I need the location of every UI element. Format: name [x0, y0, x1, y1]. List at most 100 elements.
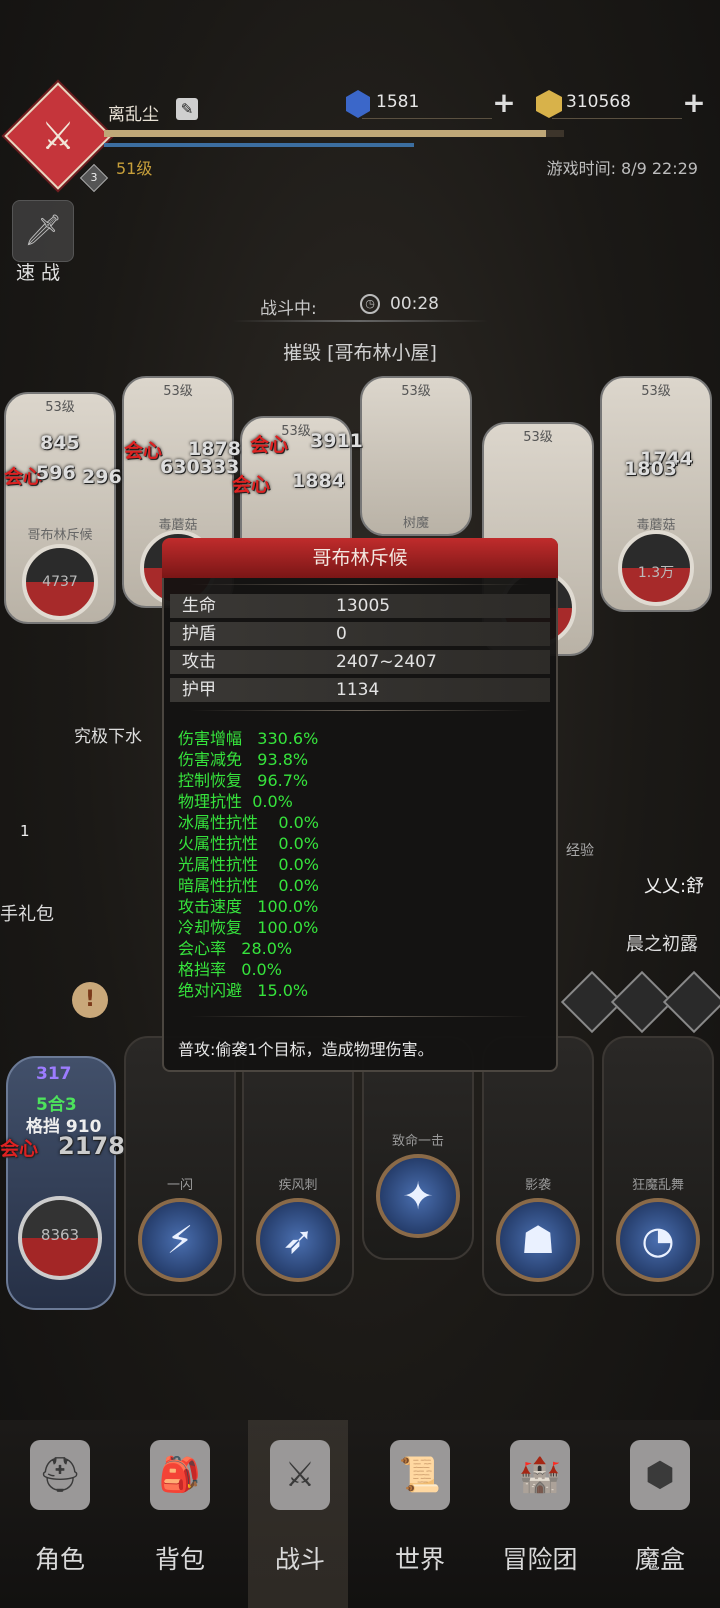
attribute-row: 冰属性抗性 0.0% — [178, 813, 320, 832]
damage-number: 630333 — [160, 456, 240, 478]
nav-role[interactable]: ⛑ 角色 — [0, 1440, 120, 1576]
quick-battle-button[interactable]: 速 战 — [16, 258, 60, 285]
enemy-card[interactable]: 53级 毒蘑菇 1.3万 — [600, 376, 712, 612]
game-time: 游戏时间: 8/9 22:29 — [546, 159, 698, 178]
attack-description: 普攻:偷袭1个目标，造成物理伤害。 — [178, 1040, 434, 1059]
stat-label: 护甲 — [182, 680, 216, 700]
skill-card[interactable]: 影袭 ☗ — [482, 1036, 594, 1296]
shadow-raid-icon: ☗ — [496, 1198, 580, 1282]
gem-amount: 1581 — [376, 92, 420, 112]
nav-world[interactable]: 📜 世界 — [360, 1440, 480, 1576]
helmet-icon: ⛑ — [30, 1440, 90, 1510]
skill-name: 一闪 — [166, 1178, 193, 1193]
divider — [232, 320, 488, 322]
attribute-row: 冷却恢复 100.0% — [178, 918, 319, 937]
exp-bar-fill — [104, 130, 546, 137]
chat-message: 乂乂:舒 — [644, 876, 705, 897]
nav-label: 冒险团 — [502, 1545, 578, 1574]
stat-label: 生命 — [182, 596, 216, 616]
chat-message: 晨之初露 — [626, 934, 698, 955]
enemy-card[interactable]: 53级 树魔 — [360, 376, 472, 536]
damage-number: 3911 — [310, 430, 363, 452]
stat-value: 1134 — [336, 680, 380, 700]
crit-label: 会心 — [124, 440, 163, 462]
skill-name: 致命一击 — [391, 1134, 444, 1149]
scroll-map-icon: 📜 — [390, 1440, 450, 1510]
skill-card[interactable]: 狂魔乱舞 ◔ — [602, 1036, 714, 1296]
gold-amount: 310568 — [566, 92, 631, 112]
gift-pack-label[interactable]: 手礼包 — [0, 900, 54, 926]
divider — [190, 584, 530, 585]
stat-value: 2407~2407 — [336, 652, 437, 672]
stat-row: 护甲 1134 — [170, 678, 550, 702]
nav-label: 背包 — [154, 1545, 205, 1574]
attribute-row: 光属性抗性 0.0% — [178, 855, 320, 874]
alert-icon[interactable]: ! — [72, 982, 108, 1018]
stage-number: 1 — [20, 822, 30, 840]
stat-row: 攻击 2407~2407 — [170, 650, 550, 674]
player-level: 51级 — [116, 159, 153, 178]
enemy-name: 树魔 — [402, 516, 429, 531]
nav-guild[interactable]: 🏰 冒险团 — [480, 1440, 600, 1576]
map-label: 究极下水 — [74, 727, 142, 747]
skill-name: 影袭 — [524, 1178, 551, 1193]
clock-icon: ◷ — [360, 294, 380, 314]
attribute-row: 绝对闪避 15.0% — [178, 981, 309, 1000]
damage-number: 1884 — [292, 470, 345, 492]
attribute-row: 暗属性抗性 0.0% — [178, 876, 320, 895]
damage-number: 845 — [40, 432, 80, 454]
nav-battle[interactable]: ⚔ 战斗 — [240, 1440, 360, 1576]
wind-stab-icon: ➶ — [256, 1198, 340, 1282]
add-gems-button[interactable]: + — [492, 89, 516, 117]
crit-damage-number: 2178 — [58, 1132, 125, 1160]
stat-label: 攻击 — [182, 652, 216, 672]
add-gold-button[interactable]: + — [682, 89, 706, 117]
damage-number: 296 — [82, 466, 122, 488]
nav-backpack[interactable]: 🎒 背包 — [120, 1440, 240, 1576]
skill-card[interactable]: 疾风刺 ➶ — [242, 1036, 354, 1296]
attribute-row: 物理抗性 0.0% — [178, 792, 293, 811]
buff-number: 317 — [36, 1064, 72, 1084]
slash-icon: ⚡ — [138, 1198, 222, 1282]
enemy-card[interactable]: 53级 哥布林斥候 4737 — [4, 392, 116, 624]
attribute-row: 格挡率 0.0% — [178, 960, 282, 979]
attribute-row: 控制恢复 96.7% — [178, 771, 309, 790]
edit-icon[interactable]: ✎ — [176, 98, 198, 120]
attribute-row: 伤害增幅 330.6% — [178, 729, 319, 748]
stat-row: 护盾 0 — [170, 622, 550, 646]
energy-bar — [104, 143, 414, 147]
nav-label: 世界 — [394, 1545, 445, 1574]
sword-icon[interactable]: 🗡 — [12, 200, 74, 262]
nav-magic-box[interactable]: ⬢ 魔盒 — [600, 1440, 720, 1576]
crit-label: 会心 — [0, 1138, 39, 1160]
enemy-level: 53级 — [401, 384, 431, 399]
attribute-row: 会心率 28.0% — [178, 939, 293, 958]
skill-name: 疾风刺 — [278, 1178, 318, 1193]
more-chat-icon[interactable] — [662, 970, 720, 1034]
frenzy-icon: ◔ — [616, 1198, 700, 1282]
castle-icon: 🏰 — [510, 1440, 570, 1510]
exp-label: 经验 — [566, 843, 594, 859]
player-hp: 8363 — [40, 1226, 80, 1244]
damage-number: 1803 — [624, 458, 677, 480]
tooltip-title: 哥布林斥候 — [162, 538, 558, 578]
crossed-axes-icon: ⚔ — [40, 114, 76, 158]
stat-value: 0 — [336, 624, 347, 644]
backpack-icon: 🎒 — [150, 1440, 210, 1510]
skill-card[interactable]: 一闪 ⚡ — [124, 1036, 236, 1296]
nav-label: 战斗 — [274, 1545, 325, 1574]
stat-value: 13005 — [336, 596, 391, 616]
crit-label: 会心 — [232, 474, 271, 496]
battle-objective: 摧毁 [哥布林小屋] — [283, 342, 437, 364]
magic-box-icon: ⬢ — [630, 1440, 690, 1510]
fatal-strike-icon: ✦ — [376, 1154, 460, 1238]
enemy-hp: 4737 — [42, 574, 78, 590]
enemy-level: 53级 — [641, 384, 671, 399]
battle-timer: 00:28 — [390, 294, 439, 314]
player-name: 离乱尘 — [108, 105, 159, 125]
rank-badge-number: 3 — [90, 171, 98, 184]
enemy-level: 53级 — [523, 430, 553, 445]
stat-label: 护盾 — [182, 624, 216, 644]
crit-label: 会心 — [250, 434, 289, 456]
enemy-hp: 1.3万 — [637, 565, 675, 581]
